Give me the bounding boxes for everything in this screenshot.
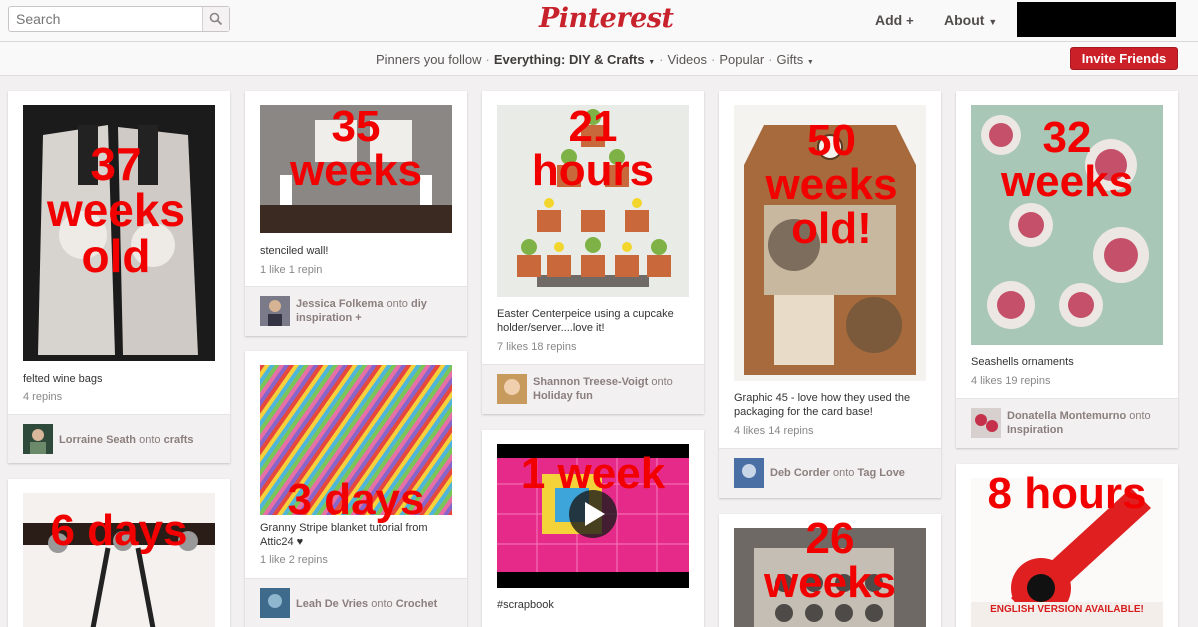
age-overlay-text: 21 hours	[531, 102, 655, 195]
age-overlay-text: 3 days	[287, 475, 425, 524]
age-overlay-text: 35 weeks	[289, 102, 423, 195]
nav-videos[interactable]: Videos	[668, 52, 708, 67]
pin-description: Easter Centerpeice using a cupcake holde…	[497, 308, 674, 334]
onto-label: onto	[371, 598, 393, 610]
caret-down-icon: ▼	[648, 59, 656, 66]
pin-stats: 1 like 2 repins	[260, 554, 328, 566]
board-name[interactable]: Holiday fun	[533, 390, 593, 402]
caret-down-icon: ▼	[988, 17, 998, 27]
age-overlay-text: 50 weeks old!	[765, 116, 898, 253]
avatar[interactable]	[260, 588, 290, 618]
pin-attribution: Leah De Vries onto Crochet	[245, 578, 467, 627]
pin-description: stenciled wall!	[260, 245, 329, 257]
onto-label: onto	[386, 298, 408, 310]
pinner-name[interactable]: Deb Corder	[770, 467, 830, 479]
age-overlay-text: 32 weeks	[1000, 113, 1134, 206]
avatar[interactable]	[497, 374, 527, 404]
pinterest-logo[interactable]: Pinterest	[539, 3, 674, 34]
nav-gifts[interactable]: Gifts ▼	[777, 52, 814, 67]
pin-stats: 4 likes 19 repins	[971, 375, 1051, 387]
pinner-name[interactable]: Donatella Montemurno	[1007, 410, 1126, 422]
pinner-line: Deb Corder onto Tag Love	[770, 466, 930, 480]
nav-separator: ·	[659, 52, 664, 67]
pin-attribution: Deb Corder onto Tag Love	[719, 448, 941, 498]
category-nav: Pinners you follow · Everything: DIY & Cra…	[0, 42, 1198, 76]
nav-pinners-you-follow[interactable]: Pinners you follow	[376, 52, 482, 67]
search-icon	[209, 12, 223, 26]
pin-description: Graphic 45 - love how they used the pack…	[734, 392, 911, 418]
pin-stats: 7 likes 18 repins	[497, 341, 577, 353]
pinner-name[interactable]: Lorraine Seath	[59, 434, 136, 446]
pin-attribution: Donatella Montemurno onto Inspiration	[956, 398, 1178, 448]
age-overlay-text: 1 week	[520, 449, 666, 498]
board-name[interactable]: crafts	[164, 434, 194, 446]
nav-separator: ·	[711, 52, 716, 67]
pin-card[interactable]: 32 weeks Seashells ornaments 4 likes 19 …	[956, 91, 1178, 448]
age-overlay-text: 6 days	[50, 506, 188, 555]
pin-card[interactable]: 35 weeks stenciled wall! 1 like 1 repin …	[245, 91, 467, 336]
avatar[interactable]	[260, 296, 290, 326]
about-label: About	[944, 12, 985, 28]
pin-card[interactable]: 1 week #scrapbook	[482, 430, 704, 627]
pin-card[interactable]: 6 days	[8, 479, 230, 627]
nav-separator: ·	[485, 52, 490, 67]
image-banner-text: ENGLISH VERSION AVAILABLE!	[990, 604, 1144, 615]
pin-description: Seashells ornaments	[971, 356, 1074, 368]
onto-label: onto	[139, 434, 161, 446]
pin-attribution: Jessica Folkema onto diy inspiration +	[245, 286, 467, 336]
pinner-line: Jessica Folkema onto diy inspiration +	[296, 297, 456, 325]
onto-label: onto	[651, 376, 673, 388]
user-account-menu[interactable]	[1017, 2, 1176, 37]
pin-card[interactable]: 50 weeks old! Graphic 45 - love how they…	[719, 91, 941, 498]
pinner-line: Lorraine Seath onto crafts	[59, 433, 219, 447]
caret-down-icon: ▼	[806, 59, 814, 66]
pin-card[interactable]: 26 weeks	[719, 514, 941, 627]
pinner-line: Shannon Treese-Voigt onto Holiday fun	[533, 375, 693, 403]
pin-stats: 4 repins	[23, 391, 63, 403]
pin-card[interactable]: 37 weeks old felted wine bags 4 repins L…	[8, 91, 230, 463]
pin-card[interactable]: 21 hours Easter Centerpeice using a cupc…	[482, 91, 704, 414]
pinner-line: Donatella Montemurno onto Inspiration	[1007, 409, 1167, 437]
pinner-line: Leah De Vries onto Crochet	[296, 597, 456, 611]
nav-everything-label: Everything: DIY & Crafts	[493, 52, 645, 67]
pinner-name[interactable]: Shannon Treese-Voigt	[533, 376, 648, 388]
nav-everything[interactable]: Everything: DIY & Crafts ▼	[494, 52, 655, 67]
search-box	[8, 6, 230, 32]
pin-attribution: Lorraine Seath onto crafts	[8, 414, 230, 463]
pin-description: felted wine bags	[23, 373, 103, 385]
nav-separator: ·	[768, 52, 773, 67]
avatar[interactable]	[23, 424, 53, 454]
plus-icon: +	[906, 13, 914, 28]
pin-card[interactable]: 8 hours ENGLISH VERSION AVAILABLE!	[956, 464, 1178, 627]
board-name[interactable]: Inspiration	[1007, 424, 1063, 436]
board-name[interactable]: Crochet	[396, 598, 438, 610]
pinner-name[interactable]: Jessica Folkema	[296, 298, 383, 310]
avatar[interactable]	[971, 408, 1001, 438]
pin-stats: 1 like 1 repin	[260, 264, 323, 276]
search-input[interactable]	[9, 7, 203, 31]
age-overlay-text: 8 hours	[987, 469, 1147, 518]
avatar[interactable]	[734, 458, 764, 488]
age-overlay-text: 37 weeks old	[46, 138, 186, 282]
search-button[interactable]	[202, 7, 229, 31]
onto-label: onto	[1129, 410, 1151, 422]
add-label: Add	[875, 12, 903, 28]
pin-description: #scrapbook	[497, 599, 554, 611]
add-menu[interactable]: Add +	[875, 12, 914, 28]
board-name[interactable]: Tag Love	[857, 467, 904, 479]
pin-stats: 4 likes 14 repins	[734, 425, 814, 437]
nav-popular[interactable]: Popular	[719, 52, 764, 67]
age-overlay-text: 26 weeks	[763, 514, 897, 607]
pin-card[interactable]: 3 days Granny Stripe blanket tutorial fr…	[245, 351, 467, 627]
onto-label: onto	[832, 467, 855, 479]
top-header: Pinterest Add + About ▼	[0, 0, 1198, 42]
about-menu[interactable]: About ▼	[944, 12, 997, 28]
pinner-name[interactable]: Leah De Vries	[296, 598, 368, 610]
invite-friends-button[interactable]: Invite Friends	[1070, 47, 1178, 70]
pin-attribution: Shannon Treese-Voigt onto Holiday fun	[482, 364, 704, 414]
pin-description: Granny Stripe blanket tutorial from Atti…	[260, 522, 428, 548]
nav-gifts-label: Gifts	[776, 52, 804, 67]
